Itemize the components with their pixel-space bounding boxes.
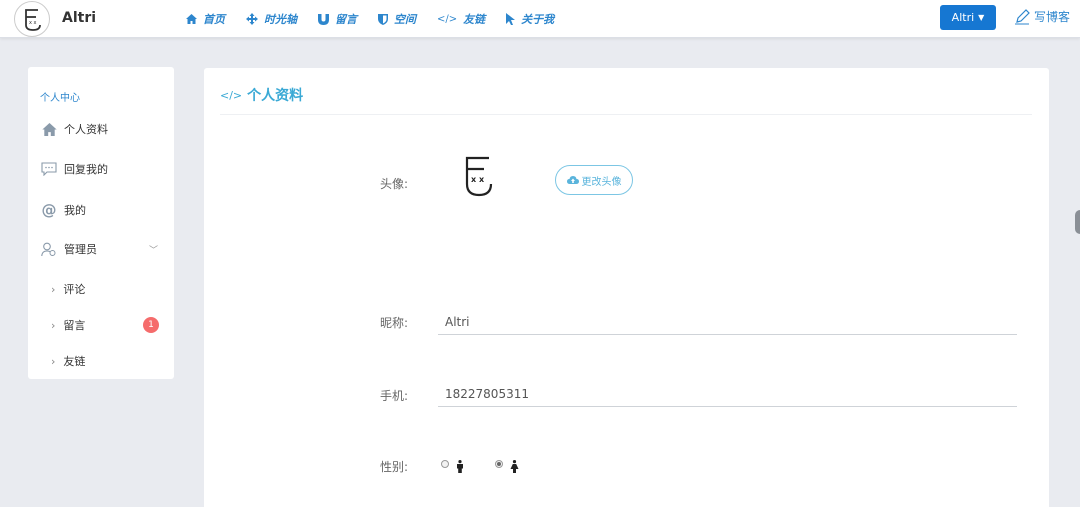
magnet-icon bbox=[318, 13, 329, 25]
sidebar-title: 个人中心 bbox=[40, 93, 80, 104]
logo-face-icon: x x bbox=[25, 9, 41, 31]
brand-name[interactable]: Altri bbox=[62, 10, 96, 26]
logo[interactable]: x x bbox=[14, 1, 50, 37]
unread-badge: 1 bbox=[143, 317, 159, 333]
page-title: </> 个人资料 bbox=[220, 85, 303, 105]
home-icon bbox=[186, 14, 197, 24]
write-blog-label: 写博客 bbox=[1034, 10, 1071, 24]
sidebar-subitem-links[interactable]: › 友链 bbox=[51, 353, 85, 369]
pen-icon bbox=[1015, 8, 1030, 24]
main-nav: 首页 时光轴 留言 空间 </> 友链 关于我 bbox=[186, 0, 575, 38]
sidebar-subitem-label: 友链 bbox=[63, 355, 86, 368]
user-menu-label: Altri bbox=[951, 11, 975, 24]
sidebar-subitem-label: 留言 bbox=[63, 319, 86, 332]
sidebar-item-label: 我的 bbox=[64, 204, 86, 217]
scroll-handle[interactable] bbox=[1075, 210, 1080, 234]
home-icon bbox=[40, 122, 58, 136]
avatar[interactable]: x x bbox=[464, 156, 494, 202]
svg-text:x x: x x bbox=[29, 20, 37, 26]
cursor-icon bbox=[506, 13, 516, 25]
sidebar: 个人中心 个人资料 回复我的 @ 我的 管理员 ﹀ › 评论 › 留言 1 › … bbox=[28, 67, 174, 379]
chevron-right-icon: › bbox=[51, 318, 56, 332]
top-navbar: x x Altri 首页 时光轴 留言 空间 </> 友链 关于我 Altri … bbox=[0, 0, 1080, 38]
nickname-label: 昵称: bbox=[380, 316, 409, 330]
sidebar-item-profile[interactable]: 个人资料 bbox=[40, 121, 108, 137]
nav-home[interactable]: 首页 bbox=[186, 11, 225, 27]
sidebar-subitem-messages[interactable]: › 留言 bbox=[51, 317, 85, 333]
nav-label: 留言 bbox=[335, 13, 357, 26]
code-icon: </> bbox=[437, 13, 458, 25]
female-icon bbox=[510, 458, 519, 477]
gender-male-radio[interactable] bbox=[441, 460, 449, 468]
nickname-field[interactable]: Altri bbox=[438, 309, 1017, 335]
page-title-text: 个人资料 bbox=[247, 88, 304, 104]
comment-icon bbox=[40, 162, 58, 176]
chevron-right-icon: › bbox=[51, 282, 56, 296]
chevron-down-icon[interactable]: ﹀ bbox=[149, 243, 158, 256]
nav-label: 首页 bbox=[203, 13, 225, 26]
sidebar-item-label: 个人资料 bbox=[64, 123, 108, 136]
nav-timeline[interactable]: 时光轴 bbox=[246, 11, 297, 27]
shield-icon bbox=[378, 13, 388, 25]
nav-label: 时光轴 bbox=[264, 13, 297, 26]
user-menu-button[interactable]: Altri ▼ bbox=[940, 5, 996, 30]
users-icon bbox=[40, 242, 58, 257]
svg-text:x x: x x bbox=[471, 175, 485, 184]
code-icon: </> bbox=[220, 88, 243, 102]
sidebar-item-mine[interactable]: @ 我的 bbox=[40, 201, 87, 219]
write-blog-link[interactable]: 写博客 bbox=[1014, 8, 1070, 25]
nav-links[interactable]: </> 友链 bbox=[437, 11, 485, 27]
gender-label: 性别: bbox=[380, 460, 409, 474]
move-arrows-icon bbox=[246, 13, 258, 25]
gender-female-radio[interactable] bbox=[495, 460, 503, 468]
nav-label: 空间 bbox=[394, 13, 416, 26]
sidebar-item-admin[interactable]: 管理员 bbox=[40, 241, 97, 257]
cloud-upload-icon bbox=[566, 176, 579, 184]
male-icon bbox=[456, 458, 464, 477]
sidebar-subitem-label: 评论 bbox=[63, 283, 86, 296]
nav-messages[interactable]: 留言 bbox=[318, 11, 357, 27]
nav-label: 友链 bbox=[463, 13, 486, 26]
sidebar-item-replies[interactable]: 回复我的 bbox=[40, 161, 108, 177]
sidebar-subitem-comments[interactable]: › 评论 bbox=[51, 281, 85, 297]
avatar-face-icon: x x bbox=[465, 156, 493, 197]
profile-panel: </> 个人资料 头像: x x 更改头像 昵称: Altri 手机: 1822… bbox=[204, 68, 1049, 507]
phone-field[interactable]: 18227805311 bbox=[438, 381, 1017, 407]
change-avatar-label: 更改头像 bbox=[581, 176, 622, 188]
change-avatar-button[interactable]: 更改头像 bbox=[555, 165, 633, 195]
sidebar-item-label: 管理员 bbox=[64, 243, 97, 256]
nav-space[interactable]: 空间 bbox=[378, 11, 416, 27]
nav-label: 关于我 bbox=[521, 13, 555, 26]
divider bbox=[220, 114, 1032, 115]
nav-about[interactable]: 关于我 bbox=[506, 11, 554, 27]
avatar-label: 头像: bbox=[380, 177, 409, 191]
caret-down-icon: ▼ bbox=[978, 13, 985, 22]
sidebar-item-label: 回复我的 bbox=[64, 163, 108, 176]
phone-label: 手机: bbox=[380, 389, 409, 403]
chevron-right-icon: › bbox=[51, 354, 56, 368]
at-icon: @ bbox=[41, 201, 57, 219]
